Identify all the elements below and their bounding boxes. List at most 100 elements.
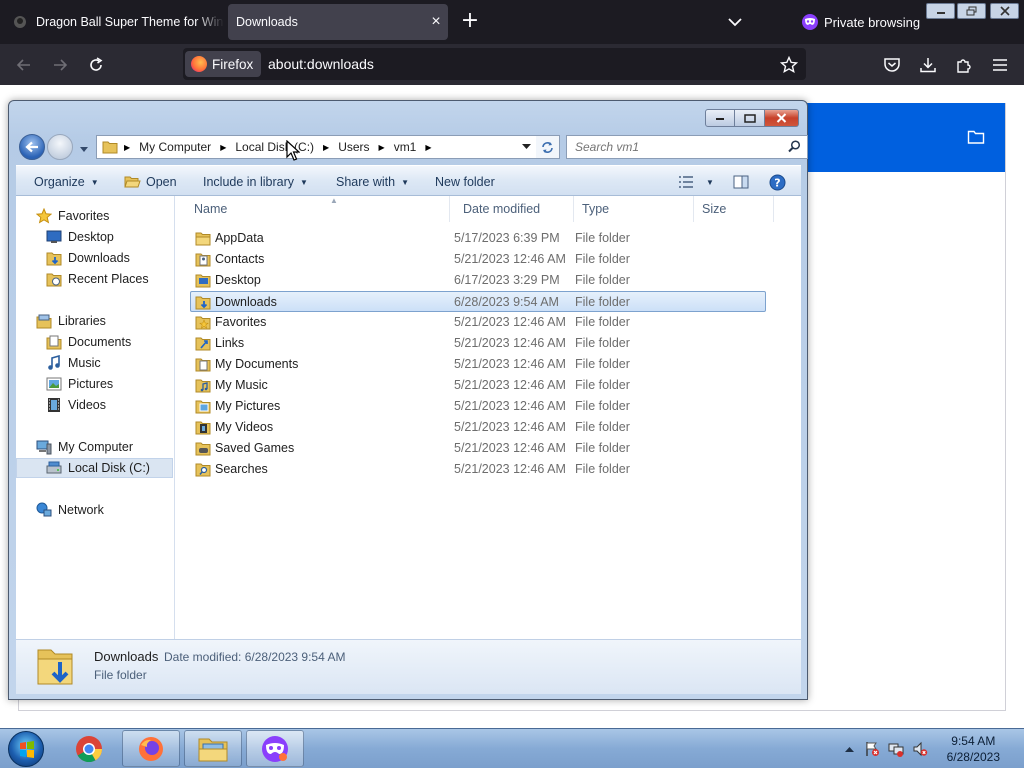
breadcrumb-separator-icon[interactable]: ▶: [379, 143, 385, 152]
breadcrumb-my-computer[interactable]: My Computer: [139, 140, 211, 154]
table-row[interactable]: Links 5/21/2023 12:46 AM File folder: [191, 333, 766, 354]
close-tab-icon[interactable]: ×: [424, 13, 448, 31]
nav-item-videos[interactable]: Videos: [16, 395, 173, 415]
nav-item-favorites[interactable]: Favorites: [16, 206, 173, 226]
identity-box[interactable]: Firefox: [185, 51, 262, 77]
nav-item-recent-places[interactable]: Recent Places: [16, 269, 173, 289]
explorer-window: ▶ My Computer ▶ Local Disk (C:) ▶ Users …: [8, 100, 808, 700]
table-row-selected[interactable]: Downloads 6/28/2023 9:54 AM File folder: [190, 291, 766, 312]
table-row[interactable]: My Videos 5/21/2023 12:46 AM File folder: [191, 417, 766, 438]
column-header-name[interactable]: Name ▲: [186, 196, 450, 222]
address-bar[interactable]: ▶ My Computer ▶ Local Disk (C:) ▶ Users …: [96, 135, 560, 159]
pocket-icon[interactable]: [879, 52, 905, 78]
change-view-button[interactable]: ▼: [678, 173, 714, 191]
organize-button[interactable]: Organize ▼: [34, 173, 99, 191]
new-tab-plus-icon[interactable]: +: [459, 10, 481, 32]
file-name: My Pictures: [215, 399, 281, 413]
new-folder-button[interactable]: New folder: [435, 173, 495, 191]
tab-dragon-ball[interactable]: Dragon Ball Super Theme for Windows: [8, 4, 224, 40]
window-close-button[interactable]: [990, 3, 1019, 19]
breadcrumb-separator-icon[interactable]: ▶: [220, 143, 226, 152]
table-row[interactable]: Desktop 6/17/2023 3:29 PM File folder: [191, 270, 766, 291]
hamburger-menu-icon[interactable]: [987, 52, 1013, 78]
bookmark-star-icon[interactable]: [779, 55, 799, 77]
nav-item-local-disk[interactable]: Local Disk (C:): [16, 458, 173, 478]
include-in-library-button[interactable]: Include in library ▼: [203, 173, 308, 191]
url-text[interactable]: about:downloads: [268, 56, 374, 72]
nav-item-documents[interactable]: Documents: [16, 332, 173, 352]
favorites-star-icon: [36, 208, 52, 224]
volume-muted-icon[interactable]: [912, 741, 928, 757]
table-row[interactable]: My Pictures 5/21/2023 12:46 AM File fold…: [191, 396, 766, 417]
hard-drive-icon: [46, 460, 62, 476]
taskbar-firefox-private-button[interactable]: [246, 730, 304, 767]
table-row[interactable]: Contacts 5/21/2023 12:46 AM File folder: [191, 249, 766, 270]
taskbar-firefox-button[interactable]: [122, 730, 180, 767]
download-item-highlight[interactable]: [806, 103, 1005, 172]
column-header-label: Date modified: [463, 202, 541, 216]
nav-item-libraries[interactable]: Libraries: [16, 311, 173, 331]
breadcrumb-local-disk[interactable]: Local Disk (C:): [235, 140, 314, 154]
nav-item-music[interactable]: Music: [16, 353, 173, 373]
nav-item-my-computer[interactable]: My Computer: [16, 437, 173, 457]
refresh-button[interactable]: [536, 135, 560, 159]
show-hidden-icons-arrow-icon[interactable]: [845, 746, 854, 752]
explorer-back-button[interactable]: [19, 134, 45, 160]
column-header-date-modified[interactable]: Date modified: [455, 196, 574, 222]
table-row[interactable]: My Music 5/21/2023 12:46 AM File folder: [191, 375, 766, 396]
breadcrumb-separator-icon[interactable]: ▶: [124, 143, 130, 152]
network-status-icon[interactable]: [888, 741, 904, 757]
start-button[interactable]: [8, 731, 44, 767]
searches-folder-icon: [195, 462, 211, 477]
share-with-button[interactable]: Share with ▼: [336, 173, 409, 191]
nav-item-network[interactable]: Network: [16, 500, 173, 520]
table-row[interactable]: Saved Games 5/21/2023 12:46 AM File fold…: [191, 438, 766, 459]
file-type: File folder: [575, 378, 630, 392]
search-input[interactable]: [575, 137, 785, 157]
file-type: File folder: [575, 315, 630, 329]
table-row[interactable]: Searches 5/21/2023 12:46 AM File folder: [191, 459, 766, 480]
breadcrumb-vm1[interactable]: vm1: [394, 140, 417, 154]
nav-item-downloads[interactable]: Downloads: [16, 248, 173, 268]
tab-downloads[interactable]: Downloads ×: [228, 4, 448, 40]
nav-item-pictures[interactable]: Pictures: [16, 374, 173, 394]
reload-icon[interactable]: [83, 52, 109, 78]
address-dropdown-icon[interactable]: [517, 136, 535, 158]
explorer-close-button[interactable]: [765, 109, 799, 127]
breadcrumb-separator-icon[interactable]: ▶: [425, 143, 431, 152]
action-center-flag-icon[interactable]: [864, 741, 880, 757]
breadcrumb-users[interactable]: Users: [338, 140, 369, 154]
open-folder-icon[interactable]: [967, 129, 985, 148]
recent-pages-chevron-icon[interactable]: [79, 142, 89, 156]
url-bar[interactable]: Firefox about:downloads: [183, 48, 806, 80]
window-restore-button[interactable]: [957, 3, 986, 19]
taskbar-chrome-button[interactable]: [60, 730, 118, 767]
explorer-forward-button[interactable]: [47, 134, 73, 160]
column-header-type[interactable]: Type: [574, 196, 694, 222]
pictures-folder-icon: [195, 399, 211, 414]
search-icon[interactable]: [788, 140, 801, 156]
explorer-minimize-button[interactable]: [705, 109, 735, 127]
taskbar-explorer-button[interactable]: [184, 730, 242, 767]
search-box[interactable]: [566, 135, 808, 159]
help-button[interactable]: ?: [769, 173, 786, 191]
explorer-content: Favorites Desktop Downloads Recent Place…: [16, 196, 801, 639]
open-button[interactable]: Open: [124, 173, 177, 191]
extensions-puzzle-icon[interactable]: [951, 52, 977, 78]
table-row[interactable]: AppData 5/17/2023 6:39 PM File folder: [191, 228, 766, 249]
column-header-size[interactable]: Size: [694, 196, 774, 222]
list-all-tabs-chevron-icon[interactable]: [725, 12, 745, 32]
preview-pane-button[interactable]: [733, 173, 749, 191]
breadcrumb-separator-icon[interactable]: ▶: [323, 143, 329, 152]
nav-item-desktop[interactable]: Desktop: [16, 227, 173, 247]
table-row[interactable]: Favorites 5/21/2023 12:46 AM File folder: [191, 312, 766, 333]
table-row[interactable]: My Documents 5/21/2023 12:46 AM File fol…: [191, 354, 766, 375]
back-arrow-icon[interactable]: [11, 52, 37, 78]
downloads-icon[interactable]: [915, 52, 941, 78]
music-note-icon: [46, 355, 62, 371]
file-type: File folder: [575, 357, 630, 371]
window-minimize-button[interactable]: [926, 3, 955, 19]
forward-arrow-icon[interactable]: [47, 52, 73, 78]
explorer-maximize-button[interactable]: [735, 109, 765, 127]
taskbar-clock[interactable]: 9:54 AM 6/28/2023: [947, 733, 1000, 765]
